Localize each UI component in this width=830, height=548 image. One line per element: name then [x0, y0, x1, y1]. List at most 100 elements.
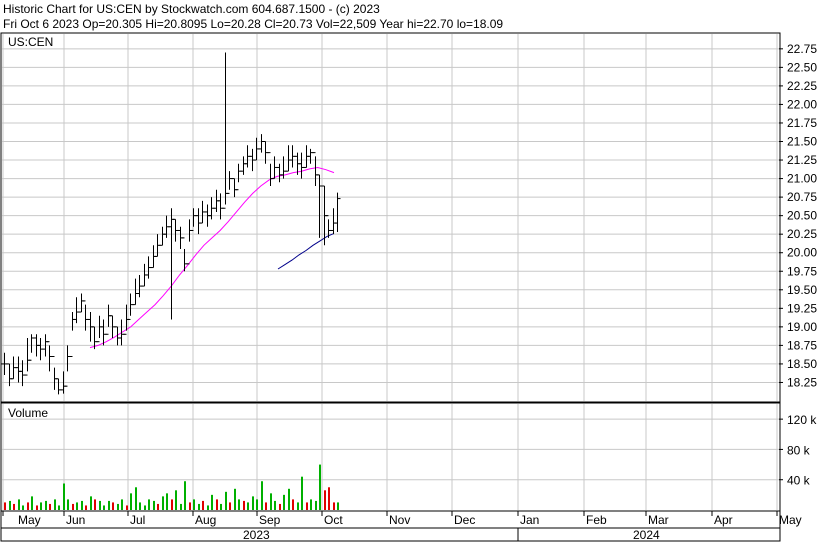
- month-label: May: [779, 513, 802, 527]
- volume-bar: [247, 502, 249, 510]
- volume-bar: [72, 503, 74, 510]
- volume-bar: [310, 499, 312, 510]
- price-tick-label: 19.75: [787, 264, 817, 278]
- price-grid: [2, 34, 779, 401]
- volume-bar: [144, 505, 146, 510]
- price-tick-label: 19.25: [787, 301, 817, 315]
- volume-bar: [162, 496, 164, 510]
- volume-bar: [67, 499, 69, 510]
- chart-header-quote: Fri Oct 6 2023 Op=20.305 Hi=20.8095 Lo=2…: [3, 17, 503, 31]
- volume-tick-label: 120 k: [787, 413, 817, 427]
- price-tick-label: 19.50: [787, 283, 817, 297]
- volume-bar: [207, 505, 209, 510]
- historic-chart: Historic Chart for US:CEN by Stockwatch.…: [0, 0, 830, 543]
- volume-bar: [85, 505, 87, 510]
- volume-bar: [13, 503, 15, 510]
- volume-bar: [36, 505, 38, 510]
- volume-bar: [234, 488, 236, 510]
- month-label: Jun: [66, 513, 85, 527]
- volume-bar: [117, 503, 119, 510]
- moving-average-long: [277, 232, 335, 270]
- volume-bar: [175, 490, 177, 510]
- month-label: Sep: [259, 513, 281, 527]
- volume-bar: [63, 483, 65, 510]
- chart-header-title: Historic Chart for US:CEN by Stockwatch.…: [3, 2, 380, 16]
- volume-bar: [265, 502, 267, 510]
- volume-bar: [211, 494, 213, 510]
- symbol-label: US:CEN: [8, 35, 53, 49]
- volume-bar: [292, 499, 294, 510]
- volume-bar: [90, 496, 92, 510]
- month-label: Jul: [130, 513, 145, 527]
- x-axis: May Jun Jul Aug Sep Oct Nov Dec Jan Feb Mar Apr May 2…: [2, 511, 802, 542]
- month-label: Mar: [648, 513, 669, 527]
- volume-bar: [40, 502, 42, 510]
- month-label: Apr: [714, 513, 733, 527]
- volume-bar: [81, 500, 83, 510]
- volume-bar: [94, 499, 96, 510]
- volume-bar: [166, 493, 168, 510]
- volume-bar: [45, 500, 47, 510]
- price-tick-label: 20.25: [787, 227, 817, 241]
- price-tick-label: 21.75: [787, 116, 817, 130]
- volume-bar: [297, 502, 299, 510]
- volume-bar: [198, 503, 200, 510]
- volume-bar: [252, 496, 254, 510]
- volume-bar: [193, 499, 195, 510]
- volume-bar: [315, 500, 317, 510]
- volume-bar: [261, 481, 263, 510]
- volume-bar: [9, 500, 11, 510]
- volume-bar: [319, 464, 321, 510]
- volume-bar: [99, 500, 101, 510]
- volume-bar: [270, 493, 272, 510]
- volume-bar: [130, 493, 132, 510]
- price-tick-label: 22.50: [787, 60, 817, 74]
- volume-y-axis: 120 k 80 k 40 k: [779, 413, 817, 488]
- volume-bar: [58, 505, 60, 510]
- price-panel-border: [0, 32, 781, 403]
- volume-bar: [274, 500, 276, 510]
- volume-bar: [324, 490, 326, 510]
- volume-bar: [18, 499, 20, 510]
- month-label: May: [18, 513, 41, 527]
- volume-bar: [279, 503, 281, 510]
- volume-bar: [337, 502, 339, 510]
- month-label: Aug: [195, 513, 216, 527]
- volume-bar: [216, 499, 218, 510]
- volume-bar: [126, 505, 128, 510]
- volume-bar: [76, 502, 78, 510]
- year-label: 2023: [243, 528, 270, 542]
- price-tick-label: 21.50: [787, 135, 817, 149]
- volume-bar: [184, 481, 186, 510]
- volume-bar: [301, 476, 303, 510]
- price-tick-label: 19.00: [787, 320, 817, 334]
- volume-bar: [103, 505, 105, 510]
- volume-bar: [4, 502, 6, 510]
- volume-bar: [256, 499, 258, 510]
- volume-bar: [238, 499, 240, 510]
- volume-bar: [333, 502, 335, 510]
- year-label: 2024: [633, 528, 660, 542]
- price-y-axis: 22.75 22.50 22.25 22.00 21.75 21.50 21.25 21.00…: [779, 42, 817, 389]
- volume-bar: [31, 496, 33, 510]
- price-tick-label: 20.50: [787, 209, 817, 223]
- volume-bar: [229, 502, 231, 510]
- volume-bar: [108, 500, 110, 510]
- volume-bar: [283, 494, 285, 510]
- volume-bar: [202, 500, 204, 510]
- price-tick-label: 18.25: [787, 375, 817, 389]
- chart-canvas: Historic Chart for US:CEN by Stockwatch.…: [0, 2, 817, 542]
- volume-bar: [49, 503, 51, 510]
- volume-grid: [2, 404, 779, 510]
- volume-bar: [225, 491, 227, 510]
- volume-bar: [121, 499, 123, 510]
- price-tick-label: 18.50: [787, 357, 817, 371]
- volume-bar: [243, 500, 245, 510]
- volume-bar: [135, 487, 137, 510]
- price-tick-label: 18.75: [787, 338, 817, 352]
- volume-label: Volume: [8, 406, 48, 420]
- volume-bars: [4, 464, 339, 510]
- volume-bar: [180, 503, 182, 510]
- volume-bar: [288, 488, 290, 510]
- month-label: Feb: [586, 513, 607, 527]
